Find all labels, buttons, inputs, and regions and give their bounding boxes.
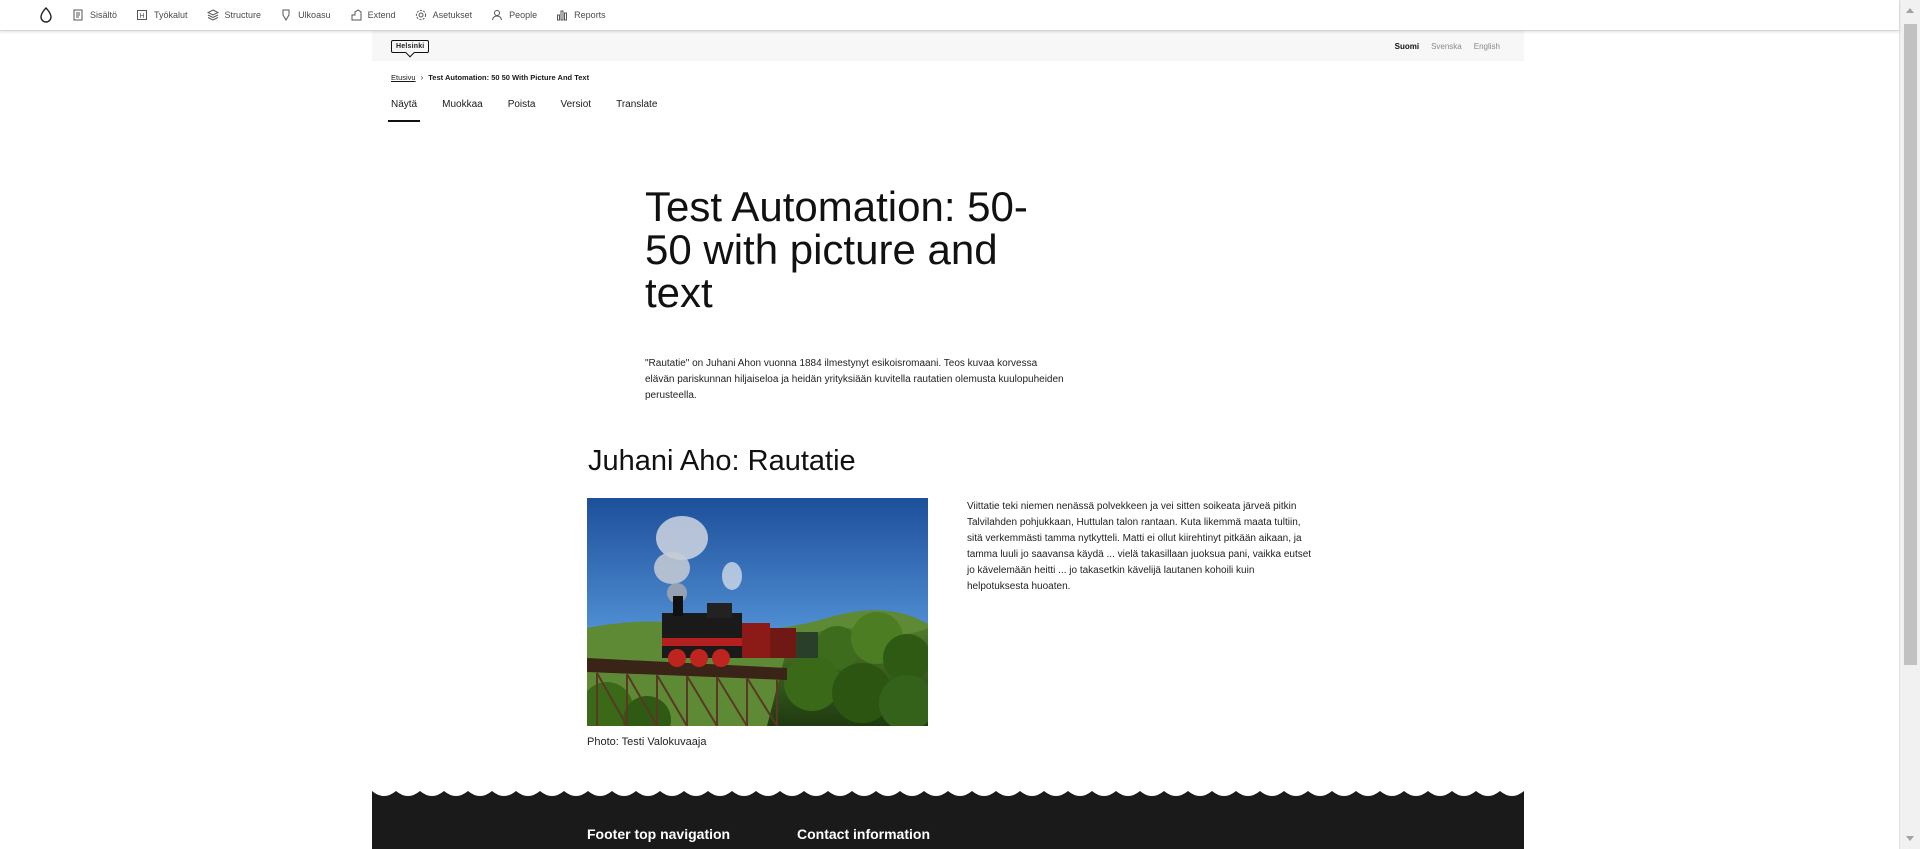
toolbar-item-label: Työkalut: [154, 10, 188, 20]
toolbar-item-content[interactable]: Sisältö: [72, 0, 117, 31]
toolbar-item-appearance[interactable]: Ulkoasu: [280, 0, 331, 31]
toolbar-item-tools[interactable]: H Työkalut: [136, 0, 188, 31]
helsinki-logo[interactable]: Helsinki: [391, 39, 430, 53]
toolbar-item-label: Reports: [574, 10, 606, 20]
chevron-right-icon: ›: [420, 73, 424, 82]
svg-text:H: H: [139, 13, 144, 20]
toolbar-item-label: Structure: [224, 10, 262, 20]
toolbar-item-people[interactable]: People: [491, 0, 537, 31]
content-icon: [73, 9, 83, 21]
local-tasks-tabs: Näytä Muokkaa Poista Versiot Translate: [388, 99, 679, 122]
body-text: Viittatie teki niemen nenässä polvekkeen…: [967, 501, 1312, 592]
section-title: Juhani Aho: Rautatie: [588, 445, 856, 477]
footer-contact-title: Contact information: [797, 826, 930, 842]
drupal-home-icon[interactable]: [34, 3, 58, 27]
toolbar-item-label: Ulkoasu: [298, 10, 331, 20]
toolbar-item-label: Extend: [367, 10, 396, 20]
language-switcher: Suomi Svenska English: [1395, 42, 1500, 51]
tab-translate[interactable]: Translate: [613, 99, 660, 122]
tab-revisions[interactable]: Versiot: [558, 99, 595, 122]
toolbar-item-reports[interactable]: Reports: [556, 0, 606, 31]
page-title: Test Automation: 50-50 with picture and …: [645, 183, 1028, 316]
train-photo: [587, 498, 928, 726]
language-link-sv[interactable]: Svenska: [1431, 42, 1462, 51]
appearance-icon: [282, 9, 290, 21]
structure-icon: [206, 9, 219, 21]
language-link-en[interactable]: English: [1474, 42, 1500, 51]
footer-nav-title: Footer top navigation: [587, 826, 731, 842]
site-footer: Footer top navigation Contact informatio…: [372, 787, 1524, 849]
tools-icon: H: [137, 10, 148, 20]
toolbar-item-label: People: [509, 10, 538, 20]
toolbar-item-structure[interactable]: Structure: [206, 0, 262, 31]
site-header: Helsinki Suomi Svenska English: [372, 31, 1524, 61]
scroll-up-arrow-icon[interactable]: [1906, 8, 1914, 13]
vertical-scrollbar[interactable]: [1899, 0, 1920, 849]
tab-view[interactable]: Näytä: [388, 99, 421, 122]
scrollbar-thumb[interactable]: [1904, 24, 1917, 665]
breadcrumb: Etusivu › Test Automation: 50 50 With Pi…: [391, 73, 589, 82]
site-page: Helsinki Suomi Svenska English Etusivu ›…: [372, 31, 1524, 849]
toolbar-item-settings[interactable]: Asetukset: [415, 0, 473, 31]
breadcrumb-current: Test Automation: 50 50 With Picture And …: [428, 73, 590, 82]
footer-wave-decoration: [372, 787, 1524, 796]
person-icon: [492, 10, 503, 21]
tab-delete[interactable]: Poista: [505, 99, 539, 122]
breadcrumb-home-link[interactable]: Etusivu: [391, 73, 416, 82]
reports-icon: [557, 10, 568, 21]
language-link-fi[interactable]: Suomi: [1395, 42, 1419, 51]
toolbar-item-extend[interactable]: Extend: [350, 0, 396, 31]
toolbar-item-label: Asetukset: [432, 10, 473, 20]
lead-paragraph: "Rautatie" on Juhani Ahon vuonna 1884 il…: [645, 358, 1064, 401]
toolbar-item-label: Sisältö: [90, 10, 118, 20]
tab-edit[interactable]: Muokkaa: [439, 99, 486, 122]
photo-caption: Photo: Testi Valokuvaaja: [587, 736, 707, 748]
extend-icon: [351, 9, 362, 21]
gear-icon: [415, 9, 426, 21]
admin-toolbar: Sisältö H Työkalut Structure Ulkoasu Ext…: [0, 0, 1899, 31]
scroll-down-arrow-icon[interactable]: [1906, 836, 1914, 841]
